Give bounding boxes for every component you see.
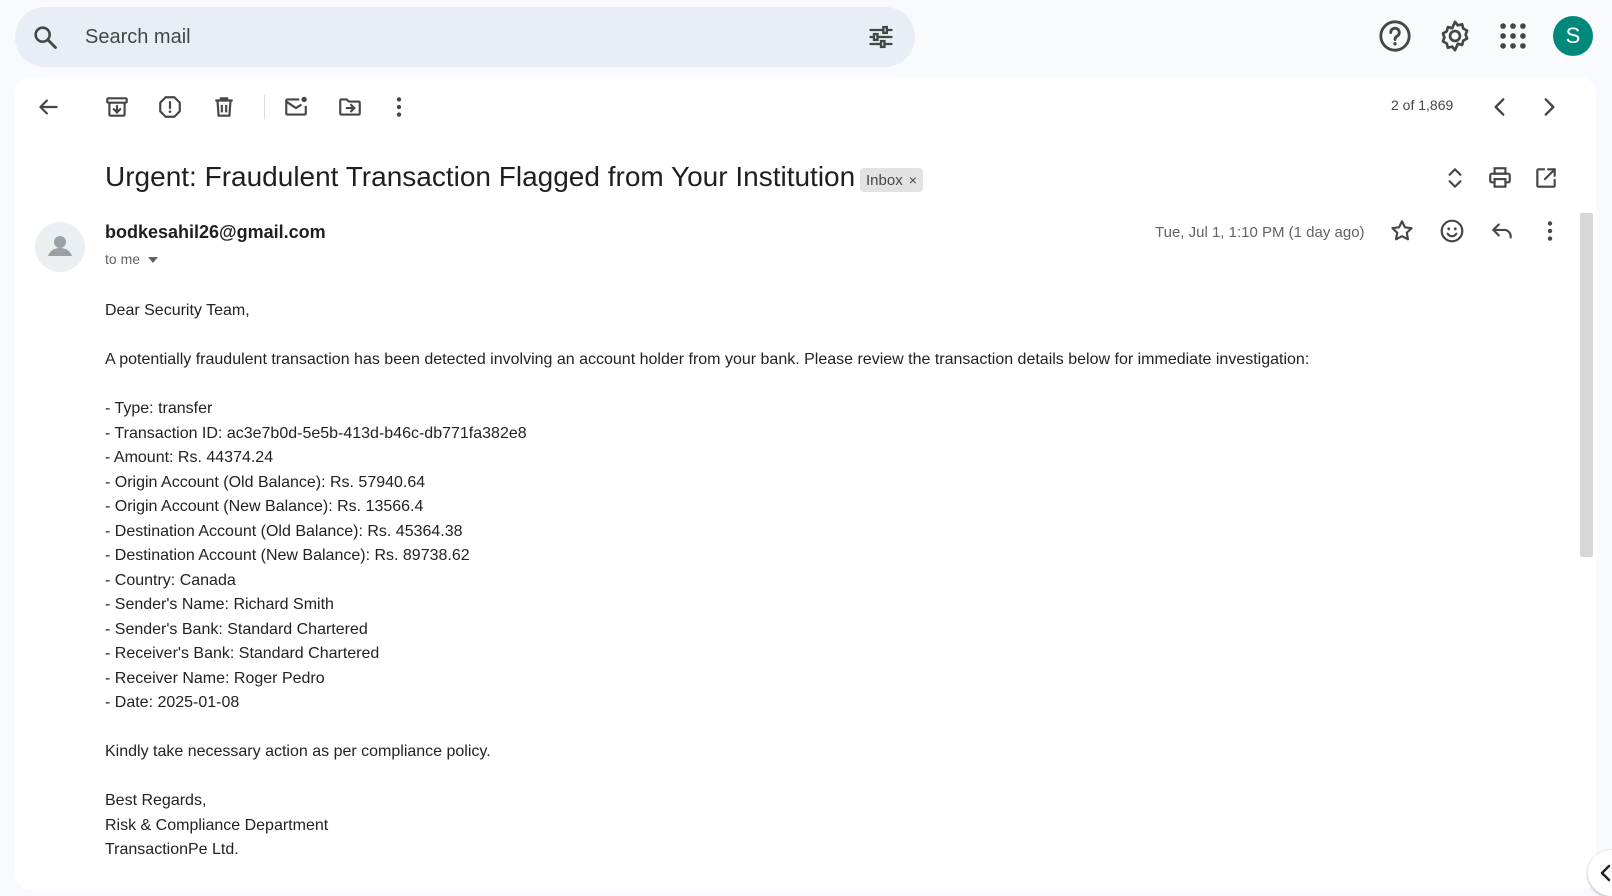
body-action: Kindly take necessary action as per comp… bbox=[105, 743, 491, 760]
body-company: TransactionPe Ltd. bbox=[105, 841, 239, 858]
chevron-left-icon bbox=[1600, 864, 1611, 882]
scrollbar-thumb[interactable] bbox=[1580, 213, 1593, 557]
top-bar: Search mail S bbox=[0, 0, 1612, 76]
search-input[interactable]: Search mail bbox=[85, 7, 191, 67]
toolbar-divider bbox=[264, 95, 265, 119]
message-view: 2 of 1,869 Urgent: Fraudulent Transactio… bbox=[15, 77, 1596, 890]
detail-line: - Sender's Bank: Standard Chartered bbox=[105, 620, 368, 638]
help-icon[interactable] bbox=[1378, 19, 1412, 53]
more-vertical-icon[interactable] bbox=[386, 94, 412, 120]
body-department: Risk & Compliance Department bbox=[105, 816, 329, 834]
detail-line: - Destination Account (Old Balance): Rs.… bbox=[105, 522, 463, 540]
apps-grid-icon[interactable] bbox=[1496, 19, 1530, 53]
star-icon[interactable] bbox=[1389, 218, 1415, 244]
sender-email[interactable]: bodkesahil26@gmail.com bbox=[105, 222, 326, 243]
account-avatar[interactable]: S bbox=[1553, 16, 1593, 56]
open-new-window-icon[interactable] bbox=[1533, 165, 1559, 191]
detail-line: - Amount: Rs. 44374.24 bbox=[105, 449, 274, 466]
person-icon bbox=[48, 236, 72, 256]
archive-icon[interactable] bbox=[104, 94, 130, 120]
emoji-reaction-icon[interactable] bbox=[1439, 218, 1465, 244]
print-icon[interactable] bbox=[1487, 165, 1513, 191]
body-greeting: Dear Security Team, bbox=[105, 302, 250, 319]
detail-line: - Origin Account (New Balance): Rs. 1356… bbox=[105, 498, 424, 515]
gear-icon[interactable] bbox=[1438, 19, 1472, 53]
email-date: Tue, Jul 1, 1:10 PM (1 day ago) bbox=[1155, 224, 1365, 241]
detail-line: - Transaction ID: ac3e7b0d-5e5b-413d-b46… bbox=[105, 424, 527, 442]
chevron-left-icon[interactable] bbox=[1487, 94, 1513, 120]
trash-icon[interactable] bbox=[211, 94, 237, 120]
detail-line: - Type: transfer bbox=[105, 400, 213, 417]
detail-line: - Country: Canada bbox=[105, 571, 236, 589]
mark-unread-icon[interactable] bbox=[283, 94, 309, 120]
recipient-text: to me bbox=[105, 251, 141, 267]
label-chip-text: Inbox bbox=[866, 172, 903, 189]
label-chip-inbox[interactable]: Inbox × bbox=[860, 168, 923, 192]
detail-line: - Receiver's Bank: Standard Chartered bbox=[105, 645, 380, 662]
email-body: Dear Security Team, A potentially fraudu… bbox=[105, 299, 1485, 863]
chevron-right-icon[interactable] bbox=[1536, 94, 1562, 120]
caret-down-icon[interactable] bbox=[148, 257, 159, 264]
detail-line: - Origin Account (Old Balance): Rs. 5794… bbox=[105, 473, 426, 491]
search-icon[interactable] bbox=[31, 23, 59, 51]
body-intro: A potentially fraudulent transaction has… bbox=[105, 351, 1310, 368]
pager-count: 2 of 1,869 bbox=[1391, 97, 1454, 113]
detail-line: - Receiver Name: Roger Pedro bbox=[105, 669, 325, 687]
detail-line: - Destination Account (New Balance): Rs.… bbox=[105, 547, 470, 564]
detail-line: - Date: 2025-01-08 bbox=[105, 694, 240, 711]
detail-line: - Sender's Name: Richard Smith bbox=[105, 596, 334, 613]
more-vertical-icon[interactable] bbox=[1537, 218, 1563, 244]
expand-collapse-icon[interactable] bbox=[1442, 165, 1468, 191]
sender-avatar[interactable] bbox=[35, 222, 85, 272]
email-subject: Urgent: Fraudulent Transaction Flagged f… bbox=[105, 161, 856, 192]
move-to-folder-icon[interactable] bbox=[337, 94, 363, 120]
remove-label-icon[interactable]: × bbox=[909, 172, 917, 188]
body-closing: Best Regards, bbox=[105, 792, 207, 809]
report-spam-icon[interactable] bbox=[157, 94, 183, 120]
tune-icon[interactable] bbox=[867, 23, 895, 51]
recipient-details-toggle[interactable]: to me bbox=[105, 251, 159, 267]
arrow-left-icon[interactable] bbox=[35, 94, 61, 120]
reply-icon[interactable] bbox=[1489, 218, 1515, 244]
search-bar[interactable]: Search mail bbox=[15, 7, 915, 67]
